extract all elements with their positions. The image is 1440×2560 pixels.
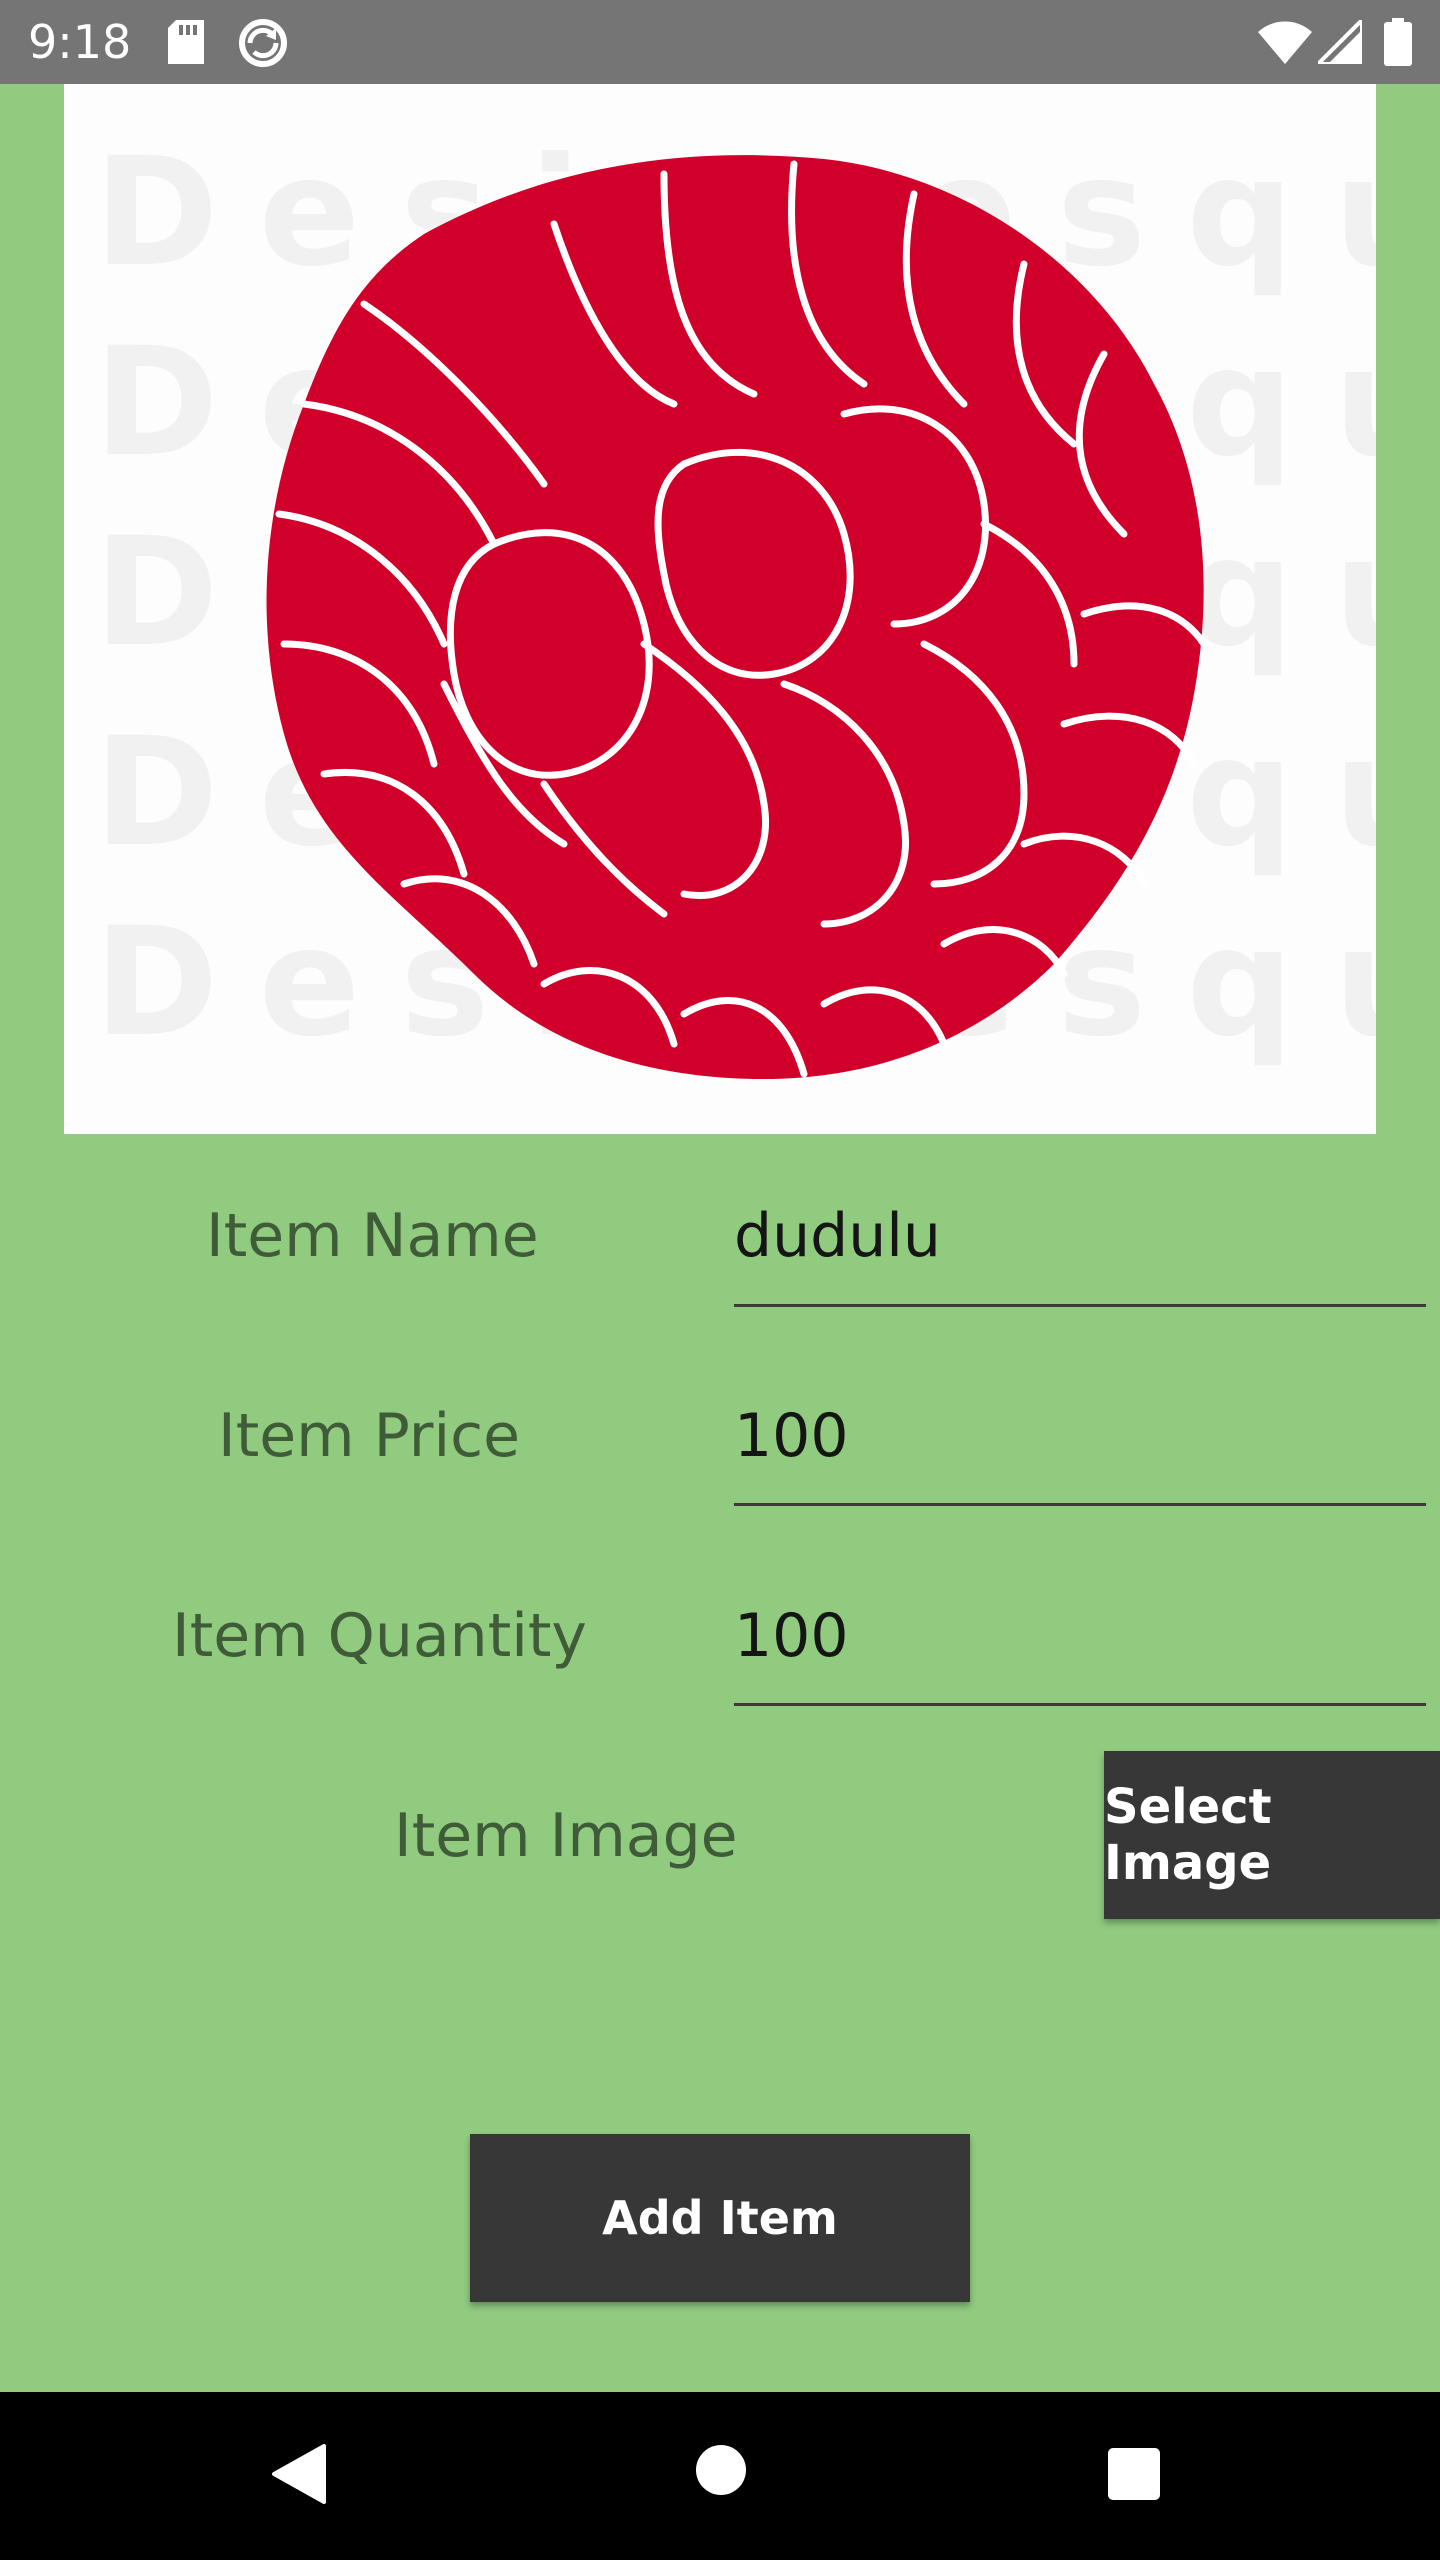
item-quantity-underline [734,1703,1426,1706]
navigation-bar [0,2392,1440,2560]
item-price-input[interactable]: 100 [734,1400,849,1472]
home-icon[interactable] [695,2444,747,2500]
signal-icon [1313,15,1364,68]
wifi-icon [1258,20,1312,68]
item-image-preview: Designesque Designesque Designesque Desi… [64,84,1376,1134]
item-image-label: Item Image [394,1801,738,1871]
status-time: 9:18 [28,15,132,69]
item-price-underline [734,1503,1426,1506]
sync-icon [236,16,290,74]
item-name-label: Item Name [206,1201,539,1271]
item-quantity-input[interactable]: 100 [734,1600,849,1672]
recents-icon[interactable] [1108,2448,1160,2504]
item-name-underline [734,1304,1426,1307]
select-image-button[interactable]: Select Image [1104,1751,1440,1919]
item-price-label: Item Price [218,1401,521,1471]
add-item-button[interactable]: Add Item [470,2134,970,2302]
sd-card-icon [168,20,204,68]
status-bar: 9:18 [0,0,1440,84]
item-quantity-label: Item Quantity [172,1601,587,1671]
item-name-input[interactable]: dudulu [734,1200,941,1272]
battery-icon [1384,18,1412,70]
add-item-screen: Designesque Designesque Designesque Desi… [0,84,1440,2392]
back-icon[interactable] [270,2444,326,2508]
